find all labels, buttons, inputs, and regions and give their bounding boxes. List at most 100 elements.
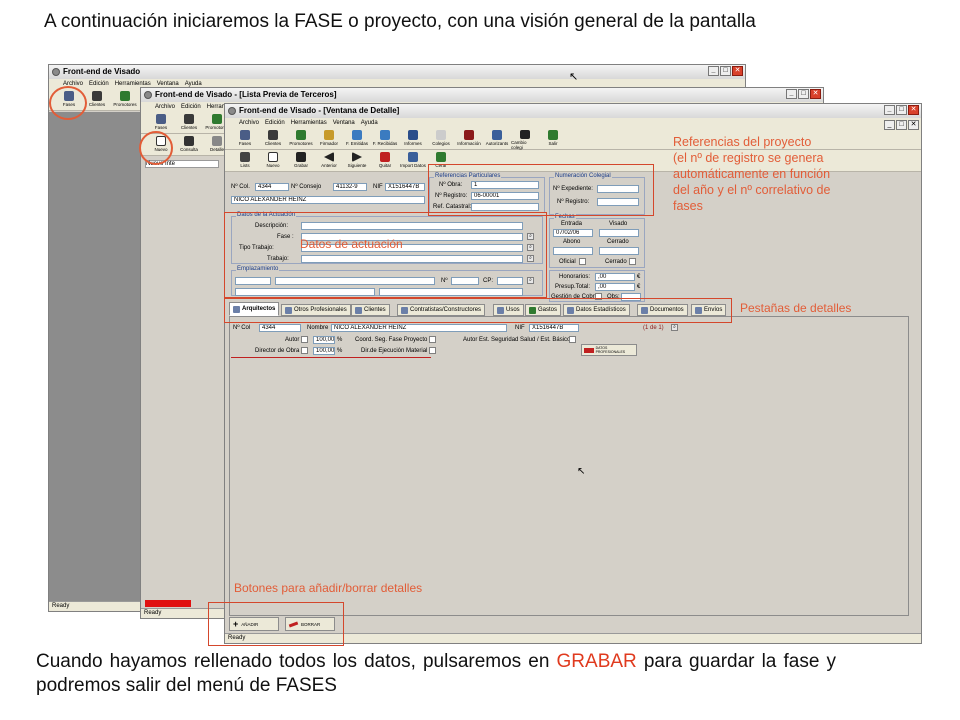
autor-checkbox[interactable] xyxy=(301,336,308,343)
detail-ncol-field[interactable]: 4344 xyxy=(259,324,301,332)
director-checkbox[interactable] xyxy=(301,347,308,354)
firmador-button[interactable]: Firmador xyxy=(315,128,343,150)
menu-ventana[interactable]: Ventana xyxy=(333,120,355,128)
fases-button[interactable]: Fases xyxy=(231,128,259,150)
euro-label: € xyxy=(637,284,641,290)
visado-date-field[interactable] xyxy=(599,229,639,237)
tools-icon xyxy=(520,130,530,139)
annotation-line: fases xyxy=(673,199,703,213)
menu-edicion[interactable]: Edición xyxy=(89,81,109,89)
oficial-checkbox[interactable] xyxy=(579,258,586,265)
import-datos-button[interactable]: Import Datos xyxy=(399,150,427,172)
maximize-button[interactable]: □ xyxy=(896,105,907,115)
pct-label: % xyxy=(337,337,343,343)
shield-icon xyxy=(464,130,474,140)
informacion-button[interactable]: Información xyxy=(455,128,483,150)
window-titlebar: Front-end de Visado - [Ventana de Detall… xyxy=(225,104,921,118)
clientes-button[interactable]: Clientes xyxy=(83,89,111,111)
siguiente-button[interactable]: Siguiente xyxy=(343,150,371,172)
promotores-button[interactable]: Promotores xyxy=(287,128,315,150)
invoice-in-icon xyxy=(380,130,390,140)
nconsejo-label: Nº Consejo xyxy=(291,184,322,190)
autor-est-checkbox[interactable] xyxy=(569,336,576,343)
cerrado-date-field[interactable] xyxy=(599,247,639,255)
entrada-date-field[interactable]: 07/02/06 xyxy=(553,229,593,237)
minimize-button[interactable]: _ xyxy=(884,105,895,115)
tab-panel xyxy=(229,316,909,616)
annotation-line: (el nº de registro se genera xyxy=(673,151,824,165)
autorizants-button[interactable]: Autorizants xyxy=(483,128,511,150)
clientes-icon xyxy=(268,130,278,140)
abono-date-field[interactable] xyxy=(553,247,593,255)
ncol-field[interactable]: 4344 xyxy=(255,183,289,191)
informes-button[interactable]: Informes xyxy=(399,128,427,150)
detail-nif-field[interactable]: X1516447B xyxy=(529,324,579,332)
cambio-colegio-button[interactable]: Cambio colegi xyxy=(511,128,539,150)
promotores-icon xyxy=(212,114,222,124)
menu-edicion[interactable]: Edición xyxy=(181,104,201,112)
abono-label: Abono xyxy=(563,239,581,245)
mdi-restore-button[interactable]: □ xyxy=(896,120,907,130)
nuevo-button[interactable]: Nuevo xyxy=(259,150,287,172)
datos-profesionales-button[interactable]: DATOS PROFESIONALES xyxy=(581,344,637,356)
nconsejo-field[interactable]: 41132-9 xyxy=(333,183,367,191)
maximize-button[interactable]: □ xyxy=(720,66,731,76)
menu-ayuda[interactable]: Ayuda xyxy=(361,120,378,128)
nif-label: NIF xyxy=(373,184,383,190)
detail-search-button[interactable]: ⌕ xyxy=(671,324,678,331)
salir-button[interactable]: Salir xyxy=(539,128,567,150)
report-icon xyxy=(408,130,418,140)
promotores-icon xyxy=(296,130,306,140)
menu-archivo[interactable]: Archivo xyxy=(239,120,259,128)
mdi-minimize-button[interactable]: _ xyxy=(884,120,895,130)
exit-icon xyxy=(548,130,558,140)
close-button[interactable]: ✕ xyxy=(908,105,919,115)
name-field[interactable]: NICO ALEXANDER HEINZ xyxy=(231,196,425,204)
colegios-button[interactable]: Colegios xyxy=(427,128,455,150)
fases-icon xyxy=(240,130,250,140)
nif-field[interactable]: X1516447B xyxy=(385,183,425,191)
promotores-button[interactable]: Promotores xyxy=(111,89,139,111)
highlight-box-datos-actuacion xyxy=(224,212,547,298)
lists-button[interactable]: Lists xyxy=(231,150,259,172)
coord-seg-checkbox[interactable] xyxy=(429,336,436,343)
import-icon xyxy=(408,152,418,162)
menu-edicion[interactable]: Edición xyxy=(265,120,285,128)
cerrado-label: Cerrado xyxy=(607,239,629,245)
minimize-button[interactable]: _ xyxy=(786,89,797,99)
maximize-button[interactable]: □ xyxy=(798,89,809,99)
highlight-box-botones xyxy=(208,602,344,646)
menu-herramientas[interactable]: Herramientas xyxy=(291,120,327,128)
cerrado-checkbox[interactable] xyxy=(629,258,636,265)
grabar-button[interactable]: Grabar xyxy=(287,150,315,172)
f-recibidas-button[interactable]: F. Recibidas xyxy=(371,128,399,150)
menu-archivo[interactable]: Archivo xyxy=(155,104,175,112)
autor-pct-field[interactable]: 100,00 xyxy=(313,336,335,344)
clientes-icon xyxy=(92,91,102,101)
visado-label: Visado xyxy=(609,221,628,227)
save-icon xyxy=(296,152,306,162)
close-button[interactable]: ✕ xyxy=(732,66,743,76)
dir-ejecucion-checkbox[interactable] xyxy=(429,347,436,354)
director-pct-field[interactable]: 100,00 xyxy=(313,347,335,355)
annotation-line: automáticamente en función xyxy=(673,167,831,181)
quitar-button[interactable]: Quitar xyxy=(371,150,399,172)
consulta-button[interactable]: Consulta xyxy=(175,134,203,156)
minimize-button[interactable]: _ xyxy=(708,66,719,76)
honorarios-field[interactable]: ,00 xyxy=(595,273,635,281)
detail-nombre-field[interactable]: NICO ALEXANDER HEINZ xyxy=(331,324,507,332)
promotores-icon xyxy=(120,91,130,101)
presup-field[interactable]: ,00 xyxy=(595,283,635,291)
close-button[interactable]: ✕ xyxy=(810,89,821,99)
presup-label: Presup.Total: xyxy=(555,284,591,290)
anterior-button[interactable]: Anterior xyxy=(315,150,343,172)
f-emitidas-button[interactable]: F. Emitidas xyxy=(343,128,371,150)
clientes-button[interactable]: Clientes xyxy=(175,112,203,134)
clientes-button[interactable]: Clientes xyxy=(259,128,287,150)
arrow-right-icon xyxy=(352,152,362,162)
magnifier-icon xyxy=(212,136,222,146)
mdi-close-button[interactable]: ✕ xyxy=(908,120,919,130)
window-title: Front-end de Visado - [Lista Previa de T… xyxy=(155,90,337,99)
intro-text: A continuación iniciaremos la FASE o pro… xyxy=(44,11,756,32)
detail-nombre-label: Nombre xyxy=(307,325,329,331)
